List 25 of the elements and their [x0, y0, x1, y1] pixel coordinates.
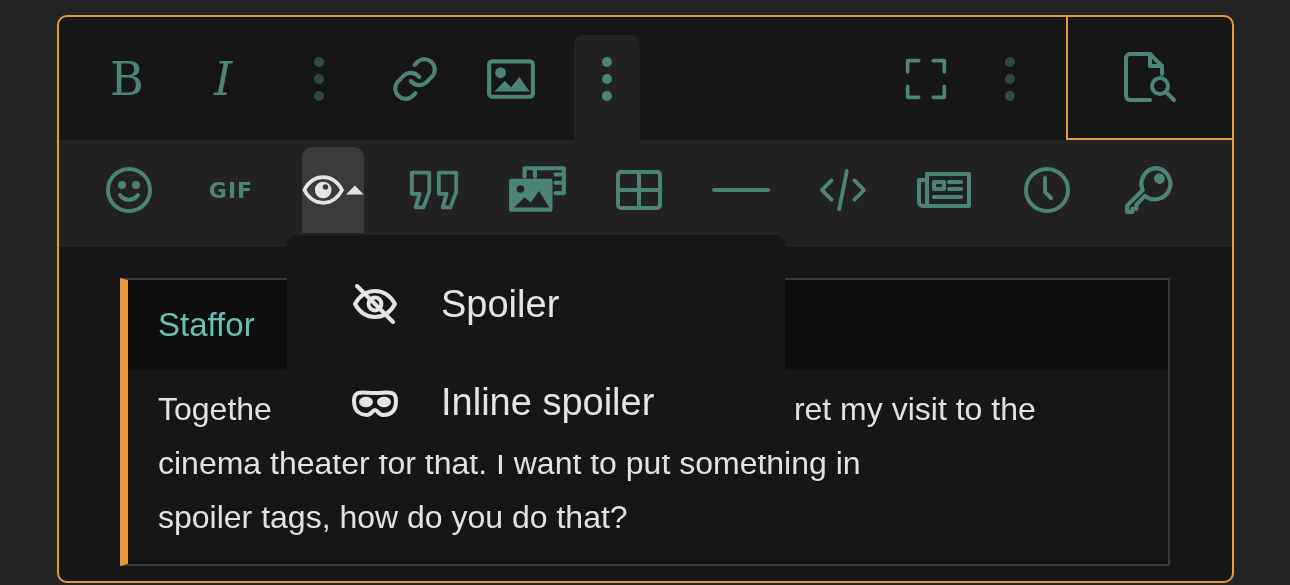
- eye-slash-icon: [351, 284, 399, 324]
- smiley-icon: [105, 166, 153, 214]
- horizontal-line-icon: [711, 187, 771, 193]
- italic-button[interactable]: I: [190, 35, 256, 140]
- link-icon: [390, 54, 440, 104]
- dropdown-item[interactable]: Inline spoiler: [287, 353, 785, 451]
- key-icon: [1124, 165, 1174, 215]
- table-icon: [615, 169, 663, 211]
- more-dots-icon: [601, 56, 613, 102]
- newspaper-icon: [917, 170, 973, 210]
- eye-button[interactable]: [302, 147, 364, 233]
- quote-text: Togethe: [158, 390, 272, 429]
- separator-dots-icon: [313, 56, 325, 102]
- preview-document-icon: [1121, 51, 1179, 104]
- fullscreen-icon: [904, 57, 948, 101]
- quote-text: ret my visit to the: [793, 390, 1036, 429]
- more-button[interactable]: [574, 35, 640, 140]
- dropdown-item[interactable]: Spoiler: [287, 255, 785, 353]
- quote-text: spoiler tags, how do you do that?: [158, 498, 628, 537]
- separator-dots-icon: [1004, 56, 1016, 102]
- bold-button[interactable]: B: [94, 35, 160, 140]
- quote-author: Staffor: [158, 305, 255, 346]
- clock-icon: [1023, 166, 1071, 214]
- image-icon: [486, 58, 536, 100]
- gif-button[interactable]: GIF: [200, 147, 262, 233]
